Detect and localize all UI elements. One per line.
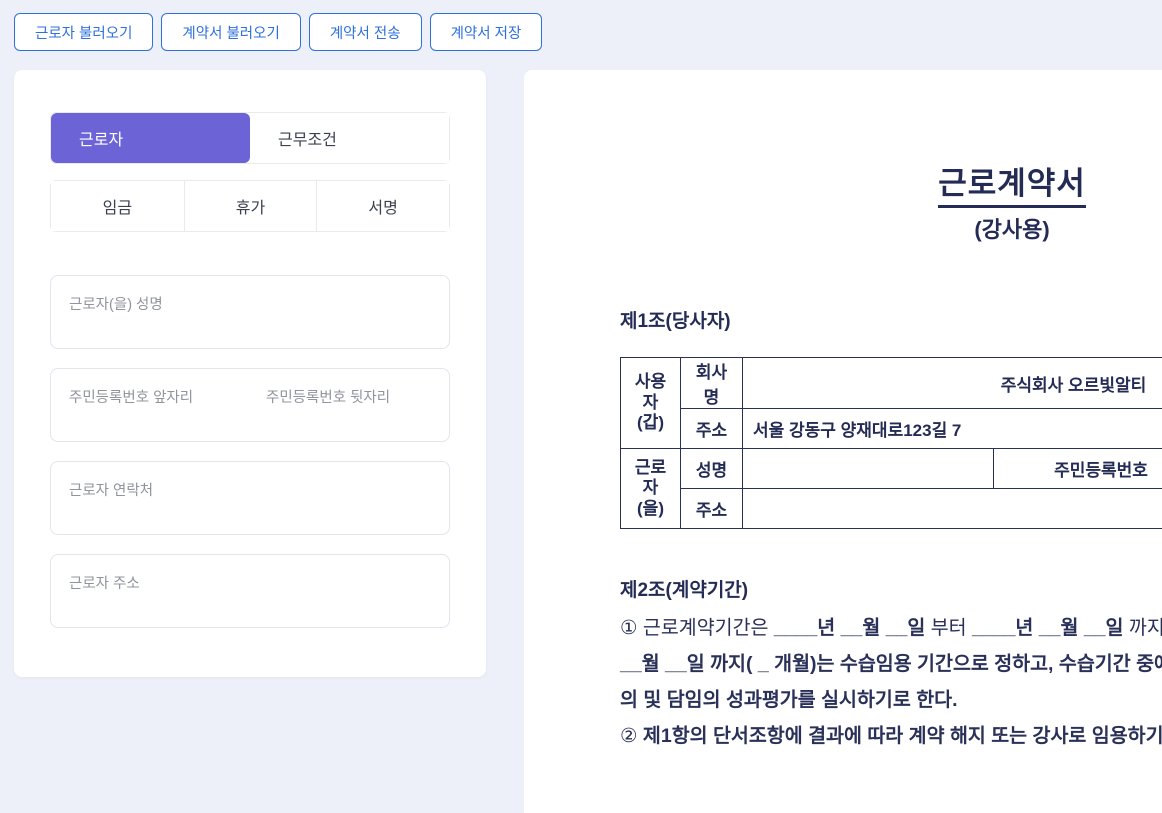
table-row: 사용자 (갑) 회사명 주식회사 오르빛알티	[621, 358, 1162, 409]
rrn-label-cell: 주민등록번호	[994, 449, 1162, 489]
employer-address-label-cell: 주소	[681, 409, 743, 449]
worker-name-card	[50, 275, 450, 349]
document-title: 근로계약서	[938, 158, 1086, 208]
worker-address-value-cell	[743, 489, 1162, 529]
tab-wages[interactable]: 임금	[51, 181, 184, 231]
tab-vacation[interactable]: 휴가	[184, 181, 317, 231]
parties-table: 사용자 (갑) 회사명 주식회사 오르빛알티 주소 서울 강동구 양재대로123…	[620, 357, 1162, 529]
article2-line-3: 의 및 담임의 성과평가를 실시하기로 한다.	[620, 682, 1162, 718]
article2-heading: 제2조(계약기간)	[620, 575, 1162, 602]
company-label-cell: 회사명	[681, 358, 743, 409]
article2-body: ① 근로계약기간은 ____년 __월 __일 부터 ____년 __월 __일…	[620, 610, 1162, 754]
save-contract-button[interactable]: 계약서 저장	[430, 13, 543, 51]
contract-document: 근로계약서 (강사용) 제1조(당사자) 사용자 (갑) 회사명 주식회사 오르…	[620, 70, 1162, 813]
worker-address-input[interactable]	[51, 555, 449, 627]
tab-signature[interactable]: 서명	[316, 181, 449, 231]
worker-address-card	[50, 554, 450, 628]
employer-party-cell: 사용자 (갑)	[621, 358, 681, 449]
contract-preview-panel[interactable]: 근로계약서 (강사용) 제1조(당사자) 사용자 (갑) 회사명 주식회사 오르…	[524, 70, 1162, 813]
toolbar: 근로자 불러오기 계약서 불러오기 계약서 전송 계약서 저장	[14, 13, 542, 51]
company-value-cell: 주식회사 오르빛알티	[743, 358, 1162, 409]
table-row: 주소	[621, 489, 1162, 529]
article1-heading: 제1조(당사자)	[620, 306, 1162, 333]
worker-rrn-card	[50, 368, 450, 442]
rrn-back-input[interactable]	[250, 369, 449, 441]
send-contract-button[interactable]: 계약서 전송	[309, 13, 422, 51]
tab-row-secondary: 임금 휴가 서명	[50, 180, 450, 232]
worker-fields	[50, 275, 450, 628]
load-worker-button[interactable]: 근로자 불러오기	[14, 13, 153, 51]
worker-party-cell: 근로자 (을)	[621, 449, 681, 529]
tab-working-conditions[interactable]: 근무조건	[250, 113, 449, 163]
article2-line-2: __월 __일 까지( _ 개월)는 수습임용 기간으로 정하고, 수습기간 중…	[620, 646, 1162, 682]
document-subtitle: (강사용)	[620, 212, 1162, 244]
table-row: 주소 서울 강동구 양재대로123길 7	[621, 409, 1162, 449]
load-contract-button[interactable]: 계약서 불러오기	[161, 13, 300, 51]
worker-name-input[interactable]	[51, 276, 449, 348]
table-row: 근로자 (을) 성명 주민등록번호	[621, 449, 1162, 489]
employer-address-value-cell: 서울 강동구 양재대로123길 7	[743, 409, 1162, 449]
worker-contact-card	[50, 461, 450, 535]
worker-address-label-cell: 주소	[681, 489, 743, 529]
worker-contact-input[interactable]	[51, 462, 449, 534]
tab-worker[interactable]: 근로자	[51, 113, 250, 163]
worker-name-value-cell	[743, 449, 994, 489]
tab-row-primary: 근로자 근무조건	[50, 112, 450, 164]
article2-line-1: ① 근로계약기간은 ____년 __월 __일 부터 ____년 __월 __일…	[620, 610, 1162, 646]
worker-name-label-cell: 성명	[681, 449, 743, 489]
contract-form-sidebar: 근로자 근무조건 임금 휴가 서명	[14, 70, 486, 677]
article2-line-4: ② 제1항의 단서조항에 결과에 따라 계약 해지 또는 강사로 임용하기로	[620, 718, 1162, 754]
rrn-front-input[interactable]	[51, 369, 250, 441]
